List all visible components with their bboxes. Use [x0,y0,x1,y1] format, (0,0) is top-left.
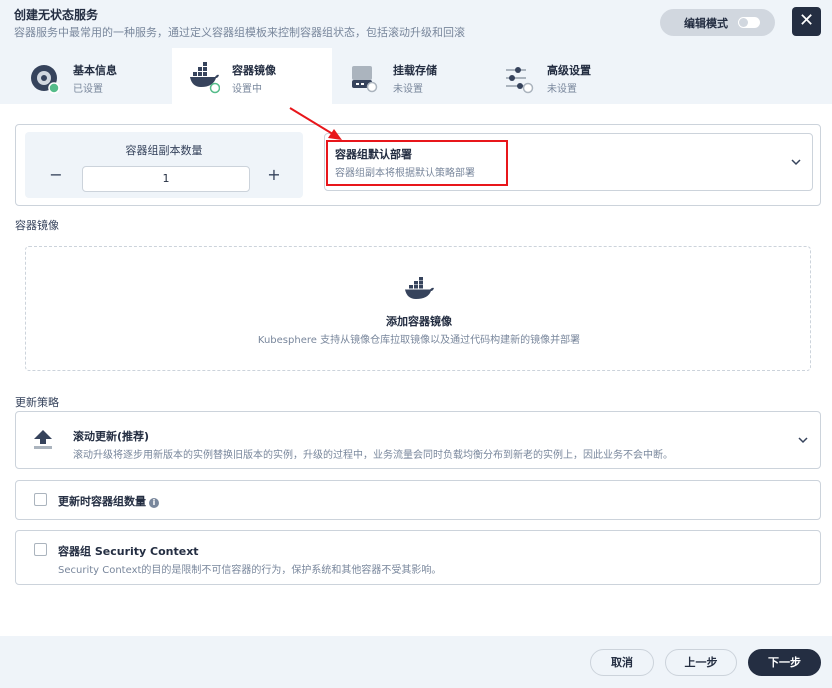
replica-count-panel: 容器组副本数量 − 1 + [25,132,303,198]
tab-status: 设置中 [232,84,262,95]
annotation-arrow-icon [289,107,342,140]
update-strategy-desc: 滚动升级将逐步用新版本的实例替换旧版本的实例，升级的过程中，业务流量会同时负载均… [73,450,673,461]
tab-mount-storage[interactable]: 挂载存储 未设置 [320,48,480,104]
cancel-button[interactable]: 取消 [590,649,654,676]
docker-icon [190,62,220,94]
add-image-desc: Kubesphere 支持从镜像仓库拉取镜像以及通过代码构建新的镜像并部署 [257,335,581,346]
decrease-button[interactable]: − [49,165,63,184]
annotation-highlight-box [326,140,508,186]
tab-status: 已设置 [73,84,103,95]
update-replicas-checkbox[interactable] [34,493,47,506]
storage-icon [352,66,378,93]
tab-basic-info[interactable]: 基本信息 已设置 [0,48,160,104]
disk-icon [31,65,60,94]
increase-button[interactable]: + [267,165,281,184]
prev-step-button[interactable]: 上一步 [665,649,737,676]
update-replicas-label: 更新时容器组数量 [58,495,146,508]
upload-arrow-icon [34,430,52,449]
sliders-icon [506,67,534,94]
tab-status: 未设置 [547,84,577,95]
step-tabs: 基本信息 已设置 容器镜像 设置中 挂载存储 未设置 高级设置 未设置 [0,48,832,104]
update-strategy-section-label: 更新策略 [15,396,59,409]
modal-header: 创建无状态服务 容器服务中最常用的一种服务，通过定义容器组模板来控制容器组状态，… [0,0,832,48]
tab-container-image[interactable]: 容器镜像 设置中 [172,48,332,104]
close-button[interactable]: ✕ [792,7,821,36]
replica-count-label: 容器组副本数量 [125,144,203,157]
update-strategy-select[interactable]: 滚动更新(推荐) 滚动升级将逐步用新版本的实例替换旧版本的实例，升级的过程中，业… [15,411,821,469]
edit-mode-toggle[interactable]: 编辑模式 [660,9,775,36]
tab-status: 未设置 [393,84,423,95]
add-container-image-area[interactable]: 添加容器镜像 Kubesphere 支持从镜像仓库拉取镜像以及通过代码构建新的镜… [25,246,811,371]
chevron-down-icon [791,159,801,166]
tab-label: 容器镜像 [232,64,276,77]
next-step-button[interactable]: 下一步 [748,649,821,676]
container-image-section-label: 容器镜像 [15,219,59,232]
tab-label: 挂载存储 [393,64,437,77]
tab-label: 高级设置 [547,64,591,77]
update-strategy-title: 滚动更新(推荐) [73,430,150,443]
tab-label: 基本信息 [73,64,117,77]
modal-title: 创建无状态服务 [14,8,99,22]
edit-mode-label: 编辑模式 [684,17,728,30]
update-replicas-option: 更新时容器组数量 i [15,480,821,520]
docker-icon [405,277,434,299]
add-image-title: 添加容器镜像 [386,315,452,328]
security-context-desc: Security Context的目的是限制不可信容器的行为，保护系统和其他容器… [58,565,442,576]
security-context-option: 容器组 Security Context Security Context的目的… [15,530,821,585]
modal-subtitle: 容器服务中最常用的一种服务，通过定义容器组模板来控制容器组状态，包括滚动升级和回… [14,26,465,39]
info-icon[interactable]: i [149,498,159,508]
modal-footer: 取消 上一步 下一步 [0,636,832,688]
toggle-switch-icon [738,17,760,28]
tab-advanced-settings[interactable]: 高级设置 未设置 [474,48,634,104]
form-content: 容器组副本数量 − 1 + 容器组默认部署 容器组副本将根据默认策略部署 容器镜… [0,104,832,688]
security-context-checkbox[interactable] [34,543,47,556]
replica-count-input[interactable]: 1 [82,166,250,192]
security-context-title: 容器组 Security Context [58,545,199,558]
chevron-down-icon [798,437,808,444]
update-replicas-label-wrap: 更新时容器组数量 i [58,493,159,509]
